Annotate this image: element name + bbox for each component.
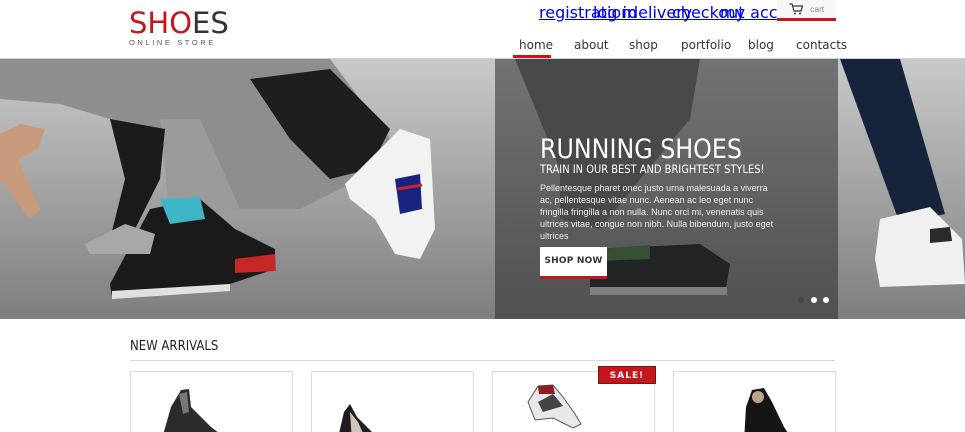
shop-now-button[interactable]: SHOP NOW: [540, 247, 607, 279]
product-image: [163, 389, 218, 432]
sale-badge: SALE!: [598, 366, 656, 384]
product-card[interactable]: [130, 371, 293, 432]
logo-wordmark-dark: ES: [192, 6, 229, 40]
cart-label: cart: [810, 4, 825, 14]
nav-item-blog[interactable]: blog: [748, 38, 774, 52]
logo-tagline: ONLINE STORE: [129, 38, 216, 47]
cart-icon: [789, 3, 803, 15]
product-card[interactable]: [311, 371, 474, 432]
product-image: [339, 404, 372, 432]
section-title-new-arrivals: NEW ARRIVALS: [130, 339, 219, 354]
logo-wordmark: SHOES: [129, 8, 229, 38]
nav-item-shop[interactable]: shop: [629, 38, 658, 52]
logo[interactable]: SHOES ONLINE STORE: [129, 8, 229, 47]
hero-slider[interactable]: RUNNING SHOES TRAIN IN OUR BEST AND BRIG…: [0, 59, 965, 319]
product-image: [744, 388, 788, 432]
nav-item-portfolio[interactable]: portfolio: [681, 38, 731, 52]
nav-item-home[interactable]: home: [519, 38, 553, 52]
nav-item-about[interactable]: about: [574, 38, 609, 52]
site-header: SHOES ONLINE STORE registration log in d…: [0, 0, 965, 58]
logo-wordmark-red: SHO: [129, 6, 193, 40]
hero-subtitle: TRAIN IN OUR BEST AND BRIGHTEST STYLES!: [540, 162, 765, 176]
slider-dot-3[interactable]: [823, 297, 829, 303]
cart-button[interactable]: cart: [777, 0, 836, 21]
slider-dot-2[interactable]: [811, 297, 817, 303]
hero-title: RUNNING SHOES: [540, 134, 742, 165]
product-card[interactable]: [673, 371, 836, 432]
nav-item-contacts[interactable]: contacts: [796, 38, 847, 52]
hero-description: Pellentesque pharet onec justo urna male…: [540, 183, 774, 241]
slider-dot-1[interactable]: [798, 297, 804, 303]
section-divider: [130, 360, 835, 361]
